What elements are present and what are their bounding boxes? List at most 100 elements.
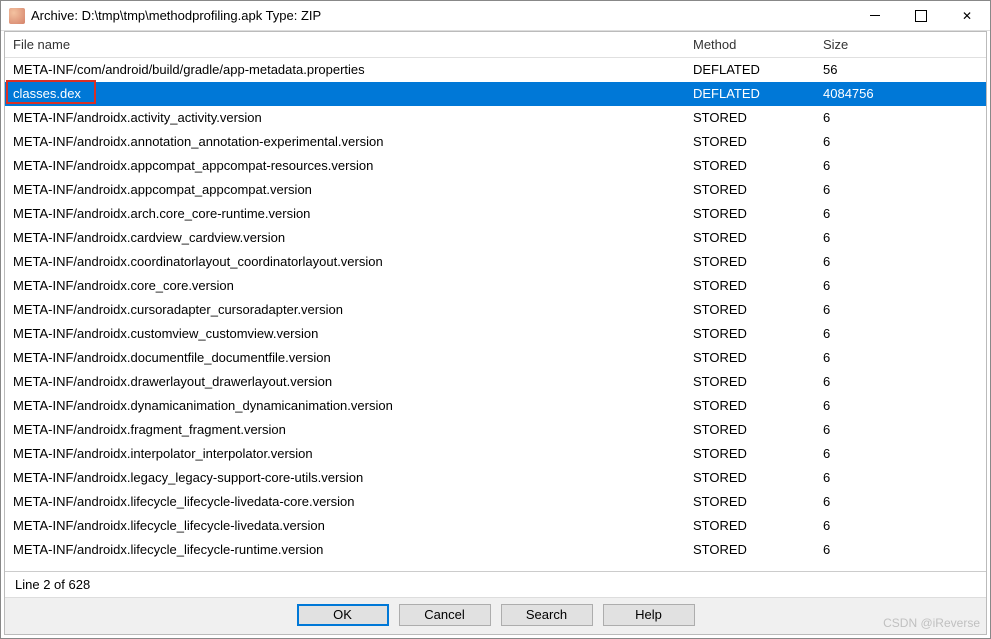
file-name-cell: META-INF/androidx.annotation_annotation-… bbox=[5, 130, 685, 154]
size-cell: 6 bbox=[815, 250, 986, 274]
size-cell: 6 bbox=[815, 346, 986, 370]
size-cell: 56 bbox=[815, 58, 986, 82]
file-name-cell: META-INF/androidx.appcompat_appcompat.ve… bbox=[5, 178, 685, 202]
size-cell: 6 bbox=[815, 394, 986, 418]
file-name-cell: META-INF/androidx.cursoradapter_cursorad… bbox=[5, 298, 685, 322]
file-name-cell: META-INF/androidx.cardview_cardview.vers… bbox=[5, 226, 685, 250]
method-cell: STORED bbox=[685, 178, 815, 202]
help-button[interactable]: Help bbox=[603, 604, 695, 626]
method-cell: STORED bbox=[685, 370, 815, 394]
size-cell: 6 bbox=[815, 514, 986, 538]
table-row[interactable]: META-INF/androidx.core_core.versionSTORE… bbox=[5, 274, 986, 298]
table-header: File name Method Size bbox=[5, 32, 986, 58]
method-cell: STORED bbox=[685, 490, 815, 514]
size-cell: 6 bbox=[815, 490, 986, 514]
table-row[interactable]: META-INF/androidx.cardview_cardview.vers… bbox=[5, 226, 986, 250]
maximize-button[interactable] bbox=[898, 1, 944, 31]
method-cell: STORED bbox=[685, 130, 815, 154]
table-row[interactable]: META-INF/androidx.fragment_fragment.vers… bbox=[5, 418, 986, 442]
size-cell: 6 bbox=[815, 322, 986, 346]
search-button[interactable]: Search bbox=[501, 604, 593, 626]
file-name-cell: META-INF/androidx.fragment_fragment.vers… bbox=[5, 418, 685, 442]
method-cell: STORED bbox=[685, 298, 815, 322]
column-header-method[interactable]: Method bbox=[685, 32, 815, 57]
app-icon bbox=[9, 8, 25, 24]
table-row[interactable]: META-INF/androidx.appcompat_appcompat.ve… bbox=[5, 178, 986, 202]
file-name-cell: META-INF/androidx.activity_activity.vers… bbox=[5, 106, 685, 130]
table-row[interactable]: META-INF/androidx.cursoradapter_cursorad… bbox=[5, 298, 986, 322]
size-cell: 6 bbox=[815, 370, 986, 394]
method-cell: STORED bbox=[685, 202, 815, 226]
table-row[interactable]: META-INF/androidx.customview_customview.… bbox=[5, 322, 986, 346]
table-row[interactable]: META-INF/androidx.dynamicanimation_dynam… bbox=[5, 394, 986, 418]
table-body[interactable]: META-INF/com/android/build/gradle/app-me… bbox=[5, 58, 986, 571]
content-panel: File name Method Size META-INF/com/andro… bbox=[4, 31, 987, 635]
button-bar: OK Cancel Search Help bbox=[5, 597, 986, 634]
minimize-icon bbox=[870, 15, 880, 16]
size-cell: 6 bbox=[815, 202, 986, 226]
table-row[interactable]: META-INF/androidx.annotation_annotation-… bbox=[5, 130, 986, 154]
method-cell: STORED bbox=[685, 322, 815, 346]
method-cell: STORED bbox=[685, 394, 815, 418]
method-cell: STORED bbox=[685, 538, 815, 562]
table-row[interactable]: META-INF/androidx.lifecycle_lifecycle-ru… bbox=[5, 538, 986, 562]
minimize-button[interactable] bbox=[852, 1, 898, 31]
table-row[interactable]: META-INF/androidx.lifecycle_lifecycle-li… bbox=[5, 514, 986, 538]
window-controls bbox=[852, 1, 990, 31]
table-row[interactable]: classes.dexDEFLATED4084756 bbox=[5, 82, 986, 106]
method-cell: STORED bbox=[685, 250, 815, 274]
method-cell: DEFLATED bbox=[685, 58, 815, 82]
file-name-cell: META-INF/androidx.dynamicanimation_dynam… bbox=[5, 394, 685, 418]
file-name-cell: META-INF/androidx.documentfile_documentf… bbox=[5, 346, 685, 370]
method-cell: STORED bbox=[685, 154, 815, 178]
method-cell: STORED bbox=[685, 274, 815, 298]
file-name-cell: META-INF/androidx.arch.core_core-runtime… bbox=[5, 202, 685, 226]
file-name-cell: META-INF/androidx.coordinatorlayout_coor… bbox=[5, 250, 685, 274]
file-name-cell: META-INF/androidx.lifecycle_lifecycle-ru… bbox=[5, 538, 685, 562]
table-row[interactable]: META-INF/androidx.activity_activity.vers… bbox=[5, 106, 986, 130]
table-row[interactable]: META-INF/androidx.appcompat_appcompat-re… bbox=[5, 154, 986, 178]
table-row[interactable]: META-INF/androidx.drawerlayout_drawerlay… bbox=[5, 370, 986, 394]
close-icon bbox=[962, 9, 972, 23]
table-row[interactable]: META-INF/androidx.legacy_legacy-support-… bbox=[5, 466, 986, 490]
file-name-cell: classes.dex bbox=[5, 82, 685, 106]
method-cell: STORED bbox=[685, 418, 815, 442]
maximize-icon bbox=[915, 10, 927, 22]
file-name-cell: META-INF/androidx.appcompat_appcompat-re… bbox=[5, 154, 685, 178]
file-name-cell: META-INF/androidx.lifecycle_lifecycle-li… bbox=[5, 490, 685, 514]
size-cell: 4084756 bbox=[815, 82, 986, 106]
table-row[interactable]: META-INF/androidx.documentfile_documentf… bbox=[5, 346, 986, 370]
column-header-size[interactable]: Size bbox=[815, 32, 986, 57]
close-button[interactable] bbox=[944, 1, 990, 31]
file-name-cell: META-INF/androidx.drawerlayout_drawerlay… bbox=[5, 370, 685, 394]
table-row[interactable]: META-INF/androidx.arch.core_core-runtime… bbox=[5, 202, 986, 226]
file-name-cell: META-INF/com/android/build/gradle/app-me… bbox=[5, 58, 685, 82]
window-title: Archive: D:\tmp\tmp\methodprofiling.apk … bbox=[31, 8, 852, 23]
file-name-cell: META-INF/androidx.interpolator_interpola… bbox=[5, 442, 685, 466]
table-row[interactable]: META-INF/androidx.lifecycle_lifecycle-li… bbox=[5, 490, 986, 514]
method-cell: STORED bbox=[685, 442, 815, 466]
method-cell: STORED bbox=[685, 466, 815, 490]
size-cell: 6 bbox=[815, 154, 986, 178]
size-cell: 6 bbox=[815, 418, 986, 442]
size-cell: 6 bbox=[815, 226, 986, 250]
size-cell: 6 bbox=[815, 442, 986, 466]
size-cell: 6 bbox=[815, 466, 986, 490]
file-name-cell: META-INF/androidx.customview_customview.… bbox=[5, 322, 685, 346]
table: File name Method Size META-INF/com/andro… bbox=[5, 32, 986, 571]
method-cell: STORED bbox=[685, 226, 815, 250]
size-cell: 6 bbox=[815, 274, 986, 298]
column-header-name[interactable]: File name bbox=[5, 32, 685, 57]
table-row[interactable]: META-INF/com/android/build/gradle/app-me… bbox=[5, 58, 986, 82]
file-name-cell: META-INF/androidx.legacy_legacy-support-… bbox=[5, 466, 685, 490]
cancel-button[interactable]: Cancel bbox=[399, 604, 491, 626]
titlebar: Archive: D:\tmp\tmp\methodprofiling.apk … bbox=[1, 1, 990, 31]
size-cell: 6 bbox=[815, 178, 986, 202]
method-cell: STORED bbox=[685, 346, 815, 370]
table-row[interactable]: META-INF/androidx.interpolator_interpola… bbox=[5, 442, 986, 466]
file-name-cell: META-INF/androidx.lifecycle_lifecycle-li… bbox=[5, 514, 685, 538]
size-cell: 6 bbox=[815, 130, 986, 154]
size-cell: 6 bbox=[815, 298, 986, 322]
table-row[interactable]: META-INF/androidx.coordinatorlayout_coor… bbox=[5, 250, 986, 274]
ok-button[interactable]: OK bbox=[297, 604, 389, 626]
